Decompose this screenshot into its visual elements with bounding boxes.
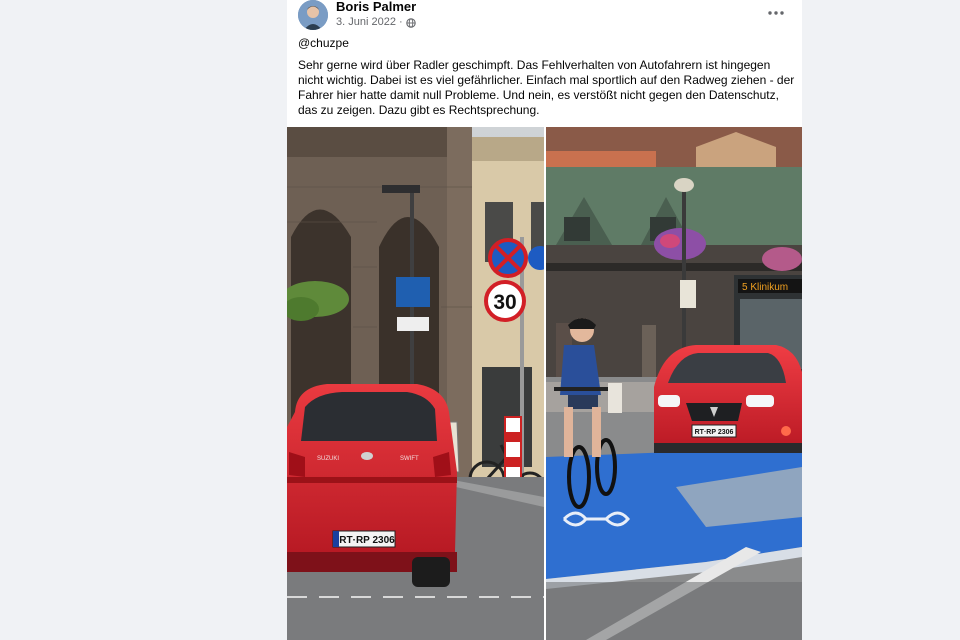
photo-left[interactable]: 30 SUZUKI SWIFT RT·RP 2306 xyxy=(287,127,544,640)
car-model: SWIFT xyxy=(400,456,419,462)
author-avatar[interactable] xyxy=(298,0,328,30)
facebook-post: Boris Palmer 3. Juni 2022 · @chuzpe Sehr… xyxy=(287,0,802,640)
post-header: Boris Palmer 3. Juni 2022 · xyxy=(287,0,802,34)
post-date[interactable]: 3. Juni 2022 · xyxy=(336,16,403,29)
photo-right[interactable]: 5 Klinikum RT·RP 2306 xyxy=(546,127,802,640)
post-text: Sehr gerne wird über Radler geschimpft. … xyxy=(298,58,795,117)
post-meta: 3. Juni 2022 · xyxy=(336,16,416,29)
author-name[interactable]: Boris Palmer xyxy=(336,0,416,14)
more-horizontal-icon xyxy=(768,11,784,15)
car-badge: SUZUKI xyxy=(317,456,339,462)
more-options-button[interactable] xyxy=(764,4,788,22)
license-plate-right: RT·RP 2306 xyxy=(695,429,734,436)
speed-limit-label: 30 xyxy=(493,291,516,314)
red-car-front: RT·RP 2306 xyxy=(654,345,802,453)
post-body: @chuzpe Sehr gerne wird über Radler gesc… xyxy=(298,36,796,118)
red-car-rear: SUZUKI SWIFT RT·RP 2306 xyxy=(287,384,457,587)
license-plate-left: RT·RP 2306 xyxy=(339,535,395,546)
bus-destination-display: 5 Klinikum xyxy=(742,282,788,293)
globe-icon xyxy=(405,17,416,28)
mention-link[interactable]: @chuzpe xyxy=(298,36,796,51)
